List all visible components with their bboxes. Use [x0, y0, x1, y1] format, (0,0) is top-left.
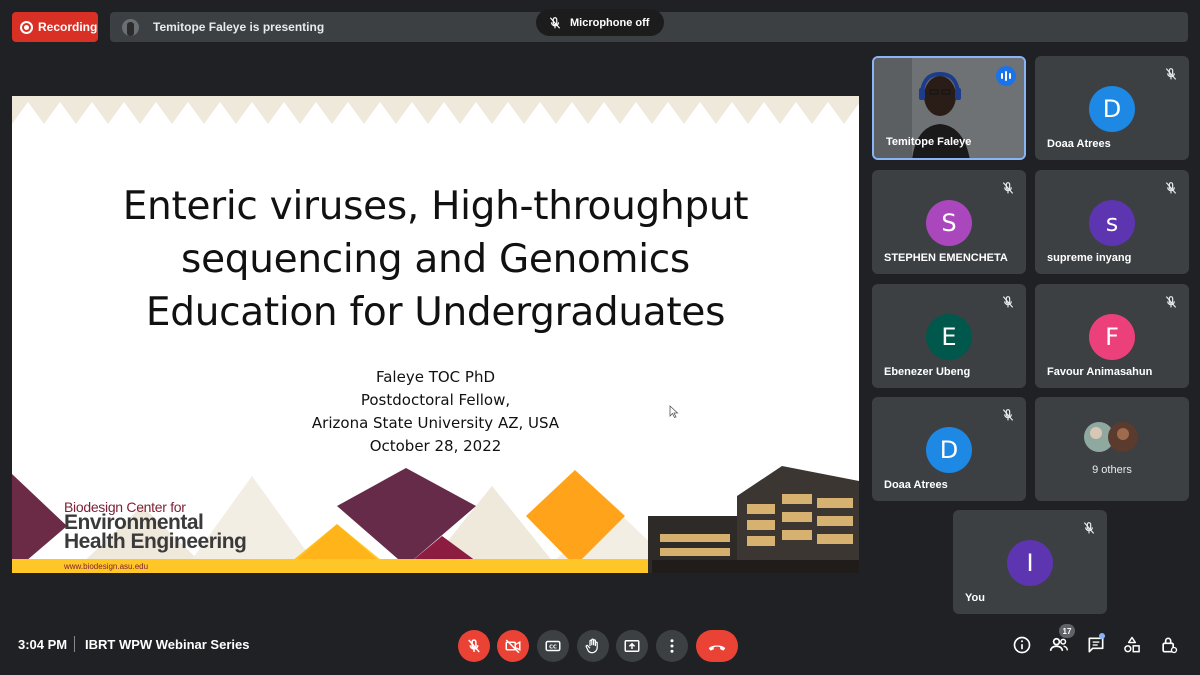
presenter-avatar [122, 18, 139, 36]
activities-icon [1124, 636, 1140, 653]
participant-name: Doaa Atrees [884, 479, 948, 491]
org-name-line3: Health Engineering [64, 530, 247, 553]
mic-off-icon [1165, 296, 1177, 308]
host-controls-button[interactable] [1158, 634, 1180, 656]
participant-name: STEPHEN EMENCHETA [884, 252, 1008, 264]
participant-tile[interactable]: E Ebenezer Ubeng [872, 284, 1026, 388]
raise-hand-icon [585, 638, 598, 654]
slide-title-line: sequencing and Genomics [181, 237, 690, 282]
mic-toggle-button[interactable] [458, 630, 490, 662]
participant-name: supreme inyang [1047, 252, 1132, 264]
divider [74, 636, 75, 652]
clock: 3:04 PM [18, 637, 68, 652]
leave-call-button[interactable] [696, 630, 738, 662]
presentation-date: October 28, 2022 [369, 437, 502, 455]
meeting-details-button[interactable] [1011, 634, 1033, 656]
recording-button[interactable]: Recording [12, 12, 98, 42]
info-icon [1013, 636, 1031, 654]
mic-off-icon [468, 639, 480, 653]
end-call-icon [708, 645, 726, 651]
avatar: S [926, 200, 972, 246]
host-controls-icon [1162, 637, 1178, 654]
avatar: I [1007, 540, 1053, 586]
participant-name: Doaa Atrees [1047, 138, 1111, 150]
others-avatars [1084, 422, 1138, 452]
participant-tile-temitope[interactable]: Temitope Faleye [872, 56, 1026, 160]
participant-name: Favour Animasahun [1047, 366, 1153, 378]
self-tile[interactable]: I You [953, 510, 1107, 614]
microphone-off-toast: Microphone off [536, 9, 664, 36]
more-options-icon [670, 639, 674, 653]
mic-off-icon [1002, 182, 1014, 194]
presentation-slide: Enteric viruses, High-throughput sequenc… [12, 96, 859, 573]
captions-button[interactable]: CC [537, 630, 569, 662]
recording-label: Recording [38, 20, 98, 34]
slide-title-line: Enteric viruses, High-throughput [122, 184, 749, 229]
participant-count-badge: 17 [1059, 624, 1075, 638]
participant-tile[interactable]: D Doaa Atrees [872, 397, 1026, 501]
participant-tile[interactable]: D Doaa Atrees [1035, 56, 1189, 160]
slide-title-line: Education for Undergraduates [145, 290, 726, 335]
participant-tile[interactable]: s supreme inyang [1035, 170, 1189, 274]
camera-off-icon [505, 639, 521, 654]
avatar: D [1089, 86, 1135, 132]
mouse-cursor-icon [669, 405, 679, 419]
participant-name: Ebenezer Ubeng [884, 366, 971, 378]
avatar: s [1089, 200, 1135, 246]
mic-off-icon [1083, 522, 1095, 534]
author-institution: Arizona State University AZ, USA [311, 414, 560, 432]
others-count-label: 9 others [1092, 464, 1132, 476]
present-now-button[interactable] [616, 630, 648, 662]
presenting-text: Temitope Faleye is presenting [153, 20, 325, 34]
avatar: D [926, 427, 972, 473]
mic-off-icon [1165, 68, 1177, 80]
avatar: F [1089, 314, 1135, 360]
mic-off-icon [1002, 409, 1014, 421]
svg-text:CC: CC [549, 645, 557, 651]
slide-top-pattern [12, 96, 859, 124]
mic-off-icon [1165, 182, 1177, 194]
participant-name: Temitope Faleye [886, 136, 972, 148]
participant-tile[interactable]: F Favour Animasahun [1035, 284, 1189, 388]
slide-author-info: Faleye TOC PhD Postdoctoral Fellow, Ariz… [232, 366, 639, 458]
camera-toggle-button[interactable] [497, 630, 529, 662]
more-options-button[interactable] [656, 630, 688, 662]
present-icon [624, 640, 640, 652]
recording-icon [20, 20, 33, 34]
chat-notification-dot [1099, 633, 1105, 639]
speaking-indicator-icon [996, 66, 1016, 86]
meeting-title: IBRT WPW Webinar Series [85, 637, 250, 652]
slide-title: Enteric viruses, High-throughput sequenc… [12, 180, 859, 339]
author-role: Postdoctoral Fellow, [360, 391, 511, 409]
others-tile[interactable]: 9 others [1035, 397, 1189, 501]
mic-off-icon [549, 16, 561, 29]
org-url: www.biodesign.asu.edu [64, 562, 149, 571]
captions-icon: CC [545, 640, 561, 652]
activities-button[interactable] [1121, 634, 1143, 656]
avatar: E [926, 314, 972, 360]
participant-tile[interactable]: S STEPHEN EMENCHETA [872, 170, 1026, 274]
raise-hand-button[interactable] [577, 630, 609, 662]
mic-off-icon [1002, 296, 1014, 308]
author-name: Faleye TOC PhD [375, 368, 496, 386]
people-icon [1049, 637, 1069, 651]
microphone-off-label: Microphone off [570, 16, 650, 29]
participant-name: You [965, 592, 985, 604]
